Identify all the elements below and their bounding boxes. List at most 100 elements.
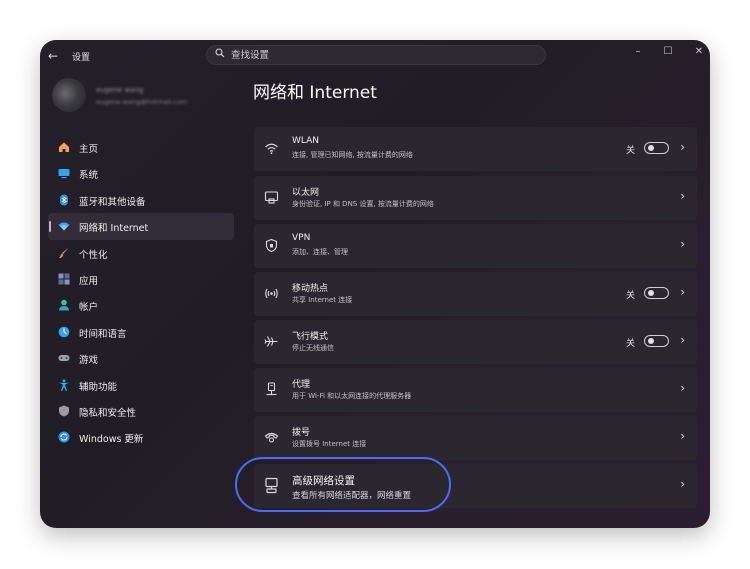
chevron-right-icon: › <box>680 140 685 154</box>
search-input[interactable] <box>231 46 531 64</box>
active-indicator <box>49 221 51 233</box>
setting-title: 移动热点 <box>292 284 329 294</box>
sidebar-item-network[interactable]: 网络和 Internet <box>48 213 234 240</box>
user-email: eugene.wang@hotmail.com <box>96 98 187 106</box>
setting-title: VPN <box>292 233 311 243</box>
setting-card-advanced-network[interactable]: 高级网络设置 查看所有网络适配器，网络重置 › <box>254 464 697 508</box>
setting-description: 用于 Wi-Fi 和以太网连接的代理服务器 <box>292 392 412 400</box>
sidebar-item-bluetooth[interactable]: 蓝牙和其他设备 <box>48 187 234 213</box>
setting-title: 代理 <box>292 380 311 390</box>
sidebar-item-label: 隐私和安全性 <box>79 407 137 419</box>
setting-card-airplane-mode[interactable]: 飞行模式 停止无线通信 关 › <box>254 320 697 364</box>
maximize-button[interactable]: ☐ <box>660 46 676 57</box>
sidebar-item-label: 应用 <box>79 275 99 287</box>
accessibility-icon <box>59 378 69 391</box>
setting-title: WLAN <box>292 136 320 146</box>
toggle-state-label: 关 <box>625 291 635 301</box>
chevron-right-icon: › <box>680 381 685 395</box>
sidebar-item-system[interactable]: 系统 <box>48 160 234 186</box>
wifi-icon <box>265 143 278 155</box>
avatar[interactable] <box>52 78 86 112</box>
app-title: 设置 <box>72 53 91 63</box>
ethernet-icon <box>264 191 279 204</box>
home-icon <box>59 142 69 152</box>
dialup-icon <box>264 432 279 443</box>
apps-icon <box>58 273 70 285</box>
minimize-button[interactable]: – <box>630 46 646 57</box>
setting-description: 添加、连接、管理 <box>292 248 348 256</box>
setting-title: 拨号 <box>292 428 311 438</box>
proxy-icon <box>266 382 277 396</box>
vpn-shield-icon <box>265 238 278 253</box>
settings-window: ← 设置 – ☐ ✕ eugene wang eugene.wang@hotma… <box>40 40 710 528</box>
chevron-right-icon: › <box>680 333 685 347</box>
sidebar-item-label: Windows 更新 <box>79 434 144 446</box>
sidebar-item-personalization[interactable]: 个性化 <box>48 240 234 266</box>
search-icon <box>215 48 225 58</box>
setting-description: 共享 Internet 连接 <box>292 296 353 304</box>
network-icon <box>58 222 70 231</box>
setting-card-wlan[interactable]: WLAN 连接, 管理已知网络, 按流量计费的网络 关 › <box>254 127 697 171</box>
setting-description: 连接, 管理已知网络, 按流量计费的网络 <box>292 151 413 159</box>
system-icon <box>58 169 70 179</box>
bluetooth-icon <box>60 194 68 206</box>
sidebar-item-label: 时间和语言 <box>79 328 127 340</box>
setting-description: 设置拨号 Internet 连接 <box>292 440 367 448</box>
sidebar-item-privacy[interactable]: 隐私和安全性 <box>48 398 234 424</box>
update-icon <box>58 431 70 443</box>
setting-card-proxy[interactable]: 代理 用于 Wi-Fi 和以太网连接的代理服务器 › <box>254 368 697 412</box>
sidebar-item-gaming[interactable]: 游戏 <box>48 345 234 371</box>
setting-title: 飞行模式 <box>292 332 329 342</box>
toggle-state-label: 关 <box>625 146 635 156</box>
advanced-network-icon <box>265 477 278 494</box>
chevron-right-icon: › <box>680 189 685 203</box>
sidebar-item-label: 游戏 <box>79 355 99 367</box>
sidebar-item-label: 个性化 <box>79 249 108 261</box>
hotspot-icon <box>265 288 278 299</box>
setting-description: 查看所有网络适配器，网络重置 <box>292 491 412 501</box>
setting-description: 停止无线通信 <box>292 344 334 352</box>
toggle-knob <box>648 338 654 344</box>
setting-card-dialup[interactable]: 拨号 设置拨号 Internet 连接 › <box>254 416 697 460</box>
setting-title: 高级网络设置 <box>292 475 355 487</box>
sidebar-nav: 主页 系统 蓝牙和其他设备 网络和 Internet 个性化 应用 帐户 时间和… <box>48 134 234 451</box>
setting-card-vpn[interactable]: VPN 添加、连接、管理 › <box>254 224 697 268</box>
sidebar-item-windows-update[interactable]: Windows 更新 <box>48 424 234 450</box>
toggle-knob <box>648 290 654 296</box>
sidebar-item-apps[interactable]: 应用 <box>48 266 234 292</box>
chevron-right-icon: › <box>680 477 685 491</box>
sidebar-item-label: 蓝牙和其他设备 <box>79 196 146 208</box>
sidebar-item-label: 辅助功能 <box>79 381 118 393</box>
search-box[interactable] <box>206 45 546 65</box>
chevron-right-icon: › <box>680 285 685 299</box>
setting-description: 身份验证, IP 和 DNS 设置, 按流量计费的网络 <box>292 200 434 208</box>
chevron-right-icon: › <box>680 429 685 443</box>
sidebar-item-accounts[interactable]: 帐户 <box>48 292 234 318</box>
setting-card-ethernet[interactable]: 以太网 身份验证, IP 和 DNS 设置, 按流量计费的网络 › <box>254 176 697 220</box>
close-button[interactable]: ✕ <box>691 46 707 57</box>
setting-card-mobile-hotspot[interactable]: 移动热点 共享 Internet 连接 关 › <box>254 272 697 316</box>
toggle-state-label: 关 <box>625 339 635 349</box>
setting-title: 以太网 <box>292 188 320 198</box>
page-title: 网络和 Internet <box>253 83 377 103</box>
shield-icon <box>59 405 69 417</box>
sidebar-item-time-language[interactable]: 时间和语言 <box>48 319 234 345</box>
account-icon <box>59 300 69 311</box>
user-name: eugene wang <box>96 86 144 94</box>
airplane-mode-toggle[interactable] <box>644 335 669 347</box>
brush-icon <box>59 247 69 258</box>
sidebar-item-label: 网络和 Internet <box>79 223 149 235</box>
chevron-right-icon: › <box>680 237 685 251</box>
sidebar-item-home[interactable]: 主页 <box>48 134 234 160</box>
title-bar: ← 设置 – ☐ ✕ <box>40 40 710 72</box>
sidebar-item-label: 主页 <box>79 144 99 155</box>
hotspot-toggle[interactable] <box>644 287 669 299</box>
gaming-icon <box>58 355 70 362</box>
sidebar-item-label: 帐户 <box>79 302 99 314</box>
sidebar-item-label: 系统 <box>79 170 99 182</box>
back-button[interactable]: ← <box>48 49 58 63</box>
wlan-toggle[interactable] <box>644 142 669 154</box>
airplane-icon <box>264 336 278 347</box>
time-language-icon <box>58 326 70 338</box>
sidebar-item-accessibility[interactable]: 辅助功能 <box>48 372 234 398</box>
